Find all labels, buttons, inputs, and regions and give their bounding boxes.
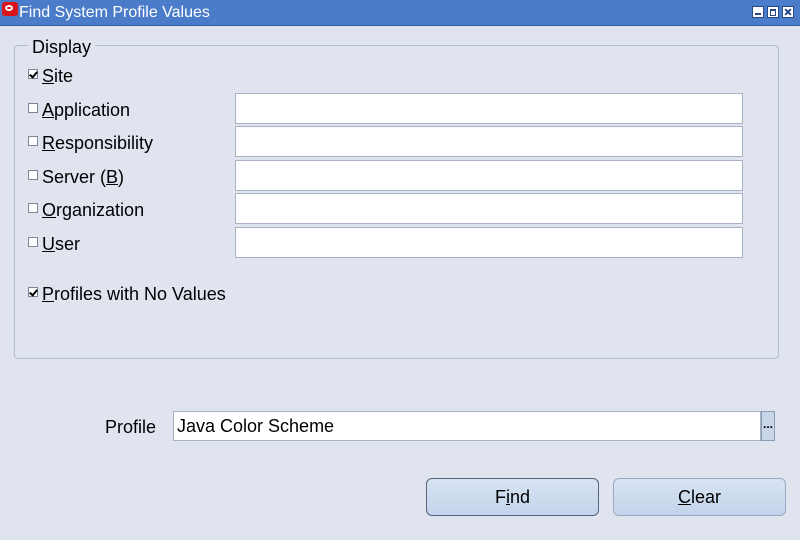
responsibility-label[interactable]: Responsibility [42,133,153,153]
display-group-label: Display [28,37,96,57]
site-checkbox[interactable] [28,69,38,79]
profile-label: Profile [105,417,157,437]
close-icon[interactable] [782,6,794,18]
user-checkbox[interactable] [28,237,38,247]
responsibility-checkbox[interactable] [28,136,38,146]
application-label[interactable]: Application [42,100,130,120]
minimize-icon[interactable] [752,6,764,18]
user-label[interactable]: User [42,234,80,254]
organization-checkbox[interactable] [28,203,38,213]
find-button[interactable]: Find [426,478,599,516]
profile-input[interactable]: Java Color Scheme [173,411,761,441]
responsibility-field[interactable] [235,126,743,157]
title-bar[interactable]: Find System Profile Values [0,0,800,26]
profiles-no-values-checkbox[interactable] [28,287,38,297]
maximize-icon[interactable] [767,6,779,18]
site-label[interactable]: Site [42,66,73,86]
clear-button[interactable]: Clear [613,478,786,516]
organization-field[interactable] [235,193,743,224]
profiles-no-values-label[interactable]: Profiles with No Values [42,284,226,304]
server-field[interactable] [235,160,743,191]
server-checkbox[interactable] [28,170,38,180]
user-field[interactable] [235,227,743,258]
application-field[interactable] [235,93,743,124]
organization-label[interactable]: Organization [42,200,144,220]
oracle-app-icon [2,2,18,16]
window-title: Find System Profile Values [19,4,210,21]
profile-lov-button[interactable]: ... [761,411,775,441]
server-label[interactable]: Server (B) [42,167,124,187]
application-checkbox[interactable] [28,103,38,113]
